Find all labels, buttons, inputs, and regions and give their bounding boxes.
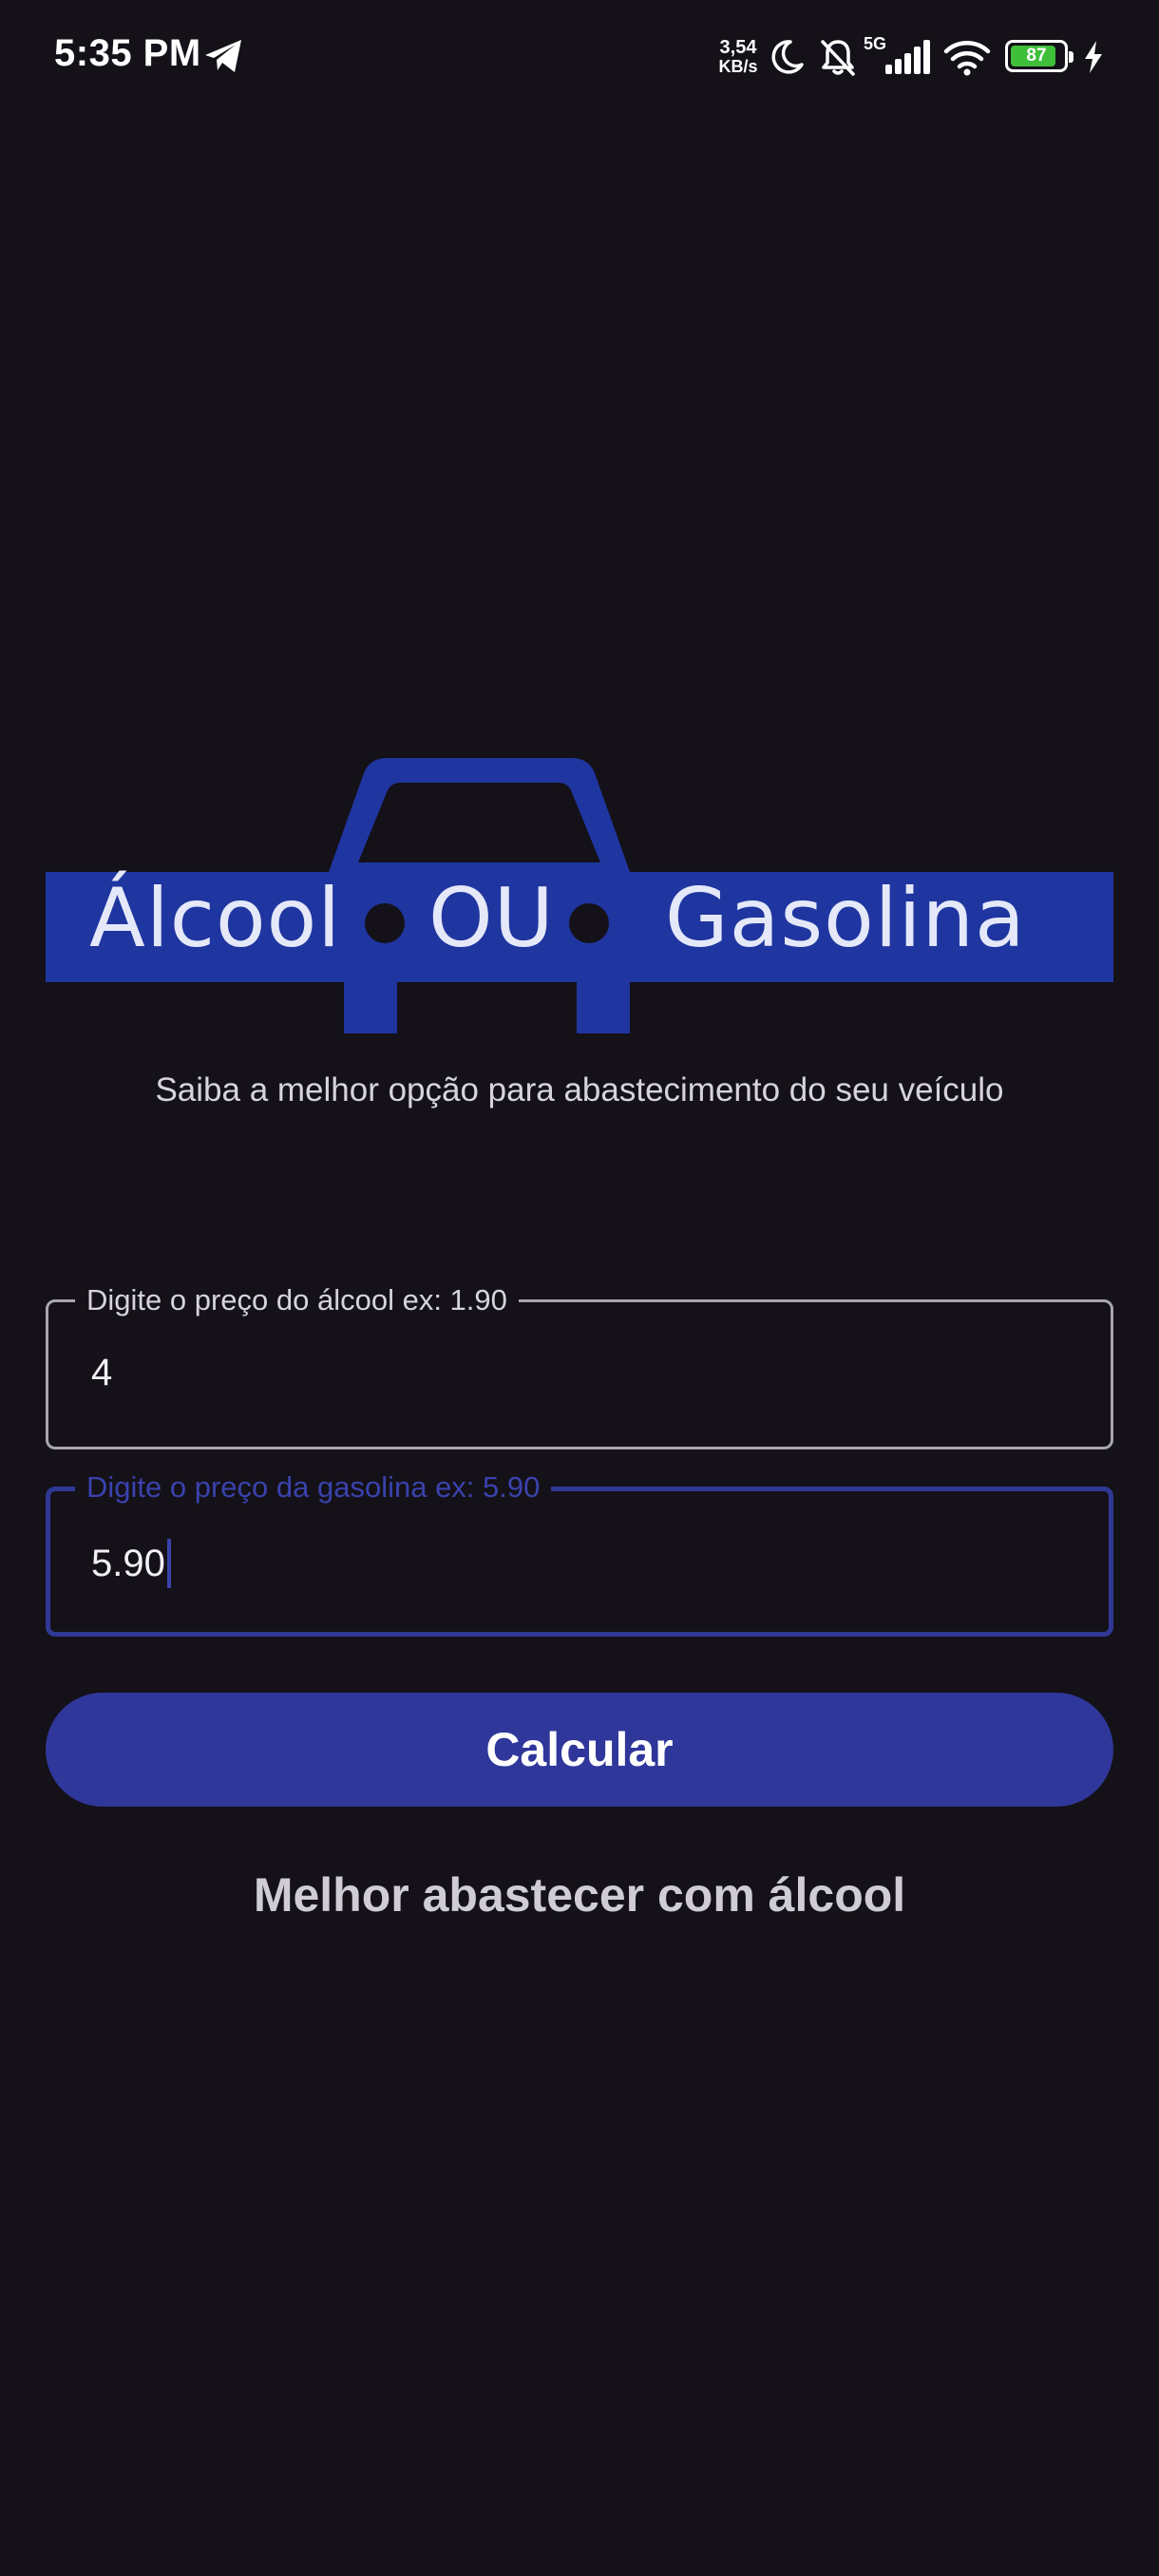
bell-off-icon — [821, 40, 855, 76]
moon-icon — [771, 40, 804, 74]
battery-icon: 87 — [1005, 40, 1074, 72]
alcool-price-input[interactable]: 4 — [91, 1352, 112, 1394]
wifi-icon — [943, 41, 991, 76]
signal-icon — [885, 40, 930, 74]
result-text: Melhor abastecer com álcool — [253, 1868, 906, 1922]
alcool-price-label: Digite o preço do álcool ex: 1.90 — [75, 1283, 519, 1317]
gasolina-price-field[interactable]: Digite o preço da gasolina ex: 5.90 5.90 — [46, 1470, 1113, 1637]
battery-level: 87 — [1026, 46, 1047, 66]
calculate-button-label: Calcular — [485, 1723, 674, 1776]
charging-icon — [1085, 41, 1102, 73]
subtitle: Saiba a melhor opção para abastecimento … — [155, 1071, 1004, 1108]
network-speed-value: 3,54 — [719, 37, 757, 58]
logo-word-alcool: Álcool — [89, 871, 342, 966]
text-cursor — [166, 1539, 171, 1588]
network-speed-unit: KB/s — [718, 57, 758, 76]
logo-word-ou: OU — [428, 871, 555, 966]
status-bar: 5:35 PM 3,54 KB/s 5G 87 — [0, 0, 1159, 114]
alcool-price-field[interactable]: Digite o preço do álcool ex: 1.90 4 — [46, 1283, 1113, 1449]
calculate-button[interactable]: Calcular — [46, 1693, 1113, 1807]
alcool-price-value: 4 — [91, 1352, 113, 1393]
telegram-icon — [205, 40, 241, 72]
gasolina-price-label: Digite o preço da gasolina ex: 5.90 — [75, 1470, 552, 1505]
status-time: 5:35 PM — [54, 32, 201, 74]
app-logo: Álcool OU Gasolina — [46, 752, 1113, 1035]
gasolina-price-input[interactable]: 5.90 — [91, 1539, 171, 1588]
logo-word-gasolina: Gasolina — [665, 871, 1026, 966]
gasolina-price-value: 5.90 — [91, 1542, 165, 1584]
network-speed: 3,54 KB/s — [714, 38, 762, 76]
